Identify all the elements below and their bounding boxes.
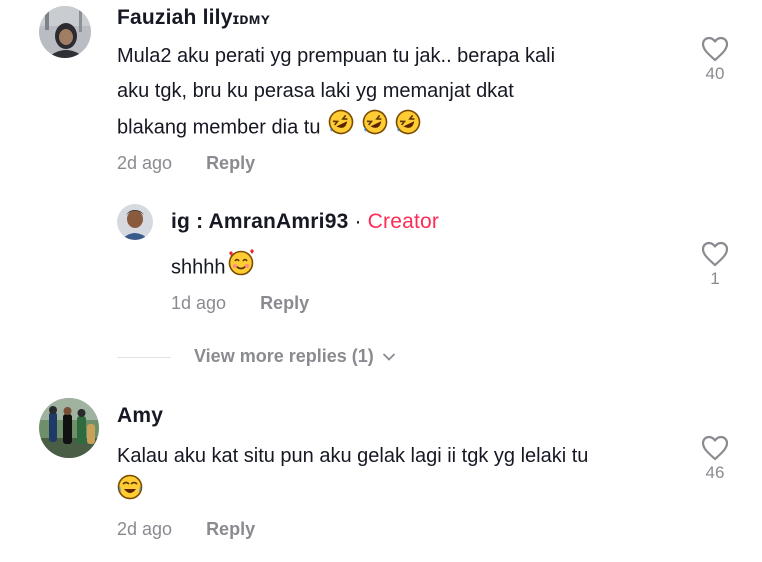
like-button[interactable]: 46 (695, 435, 735, 483)
like-count: 46 (705, 463, 725, 482)
comment-time: 1d ago (171, 293, 227, 313)
rofl-emoji (362, 109, 388, 147)
heart-icon (701, 435, 729, 461)
heart-icon (701, 241, 729, 267)
comment-text: Kalau aku kat situ pun aku gelak lagi ii… (117, 439, 692, 512)
avatar[interactable] (117, 204, 153, 240)
comment-text: Mula2 aku perati yg prempuan tu jak.. be… (117, 39, 677, 147)
comment-meta: 2d ago Reply (117, 519, 255, 540)
comment-username[interactable]: ig : AmranAmri93 · Creator (171, 210, 439, 234)
avatar[interactable] (39, 6, 91, 58)
chevron-down-icon (382, 353, 395, 362)
comment-time: 2d ago (117, 519, 173, 539)
rofl-emoji (395, 109, 421, 147)
smiling-hearts-emoji (226, 247, 256, 289)
avatar[interactable] (39, 398, 99, 458)
reply-button[interactable]: Reply (260, 293, 309, 313)
replies-divider (117, 357, 171, 358)
like-button[interactable]: 1 (695, 241, 735, 289)
tears-of-joy-emoji (117, 474, 143, 512)
comment-text: shhhh (171, 247, 256, 289)
heart-icon (701, 36, 729, 62)
badge-separator: · (354, 210, 362, 233)
view-more-replies-button[interactable]: View more replies (1) (194, 346, 396, 367)
like-count: 1 (710, 269, 720, 288)
comment-username[interactable]: Fauziah lilyɪᴅᴍʏ (117, 6, 270, 30)
rofl-emoji (328, 109, 354, 147)
comment-time: 2d ago (117, 153, 173, 173)
like-button[interactable]: 40 (695, 36, 735, 84)
creator-badge: Creator (367, 210, 440, 233)
like-count: 40 (705, 64, 725, 83)
reply-button[interactable]: Reply (206, 153, 255, 173)
comment-username[interactable]: Amy (117, 404, 163, 428)
comment-meta: 2d ago Reply (117, 153, 255, 174)
reply-button[interactable]: Reply (206, 519, 255, 539)
comment-meta: 1d ago Reply (171, 293, 309, 314)
